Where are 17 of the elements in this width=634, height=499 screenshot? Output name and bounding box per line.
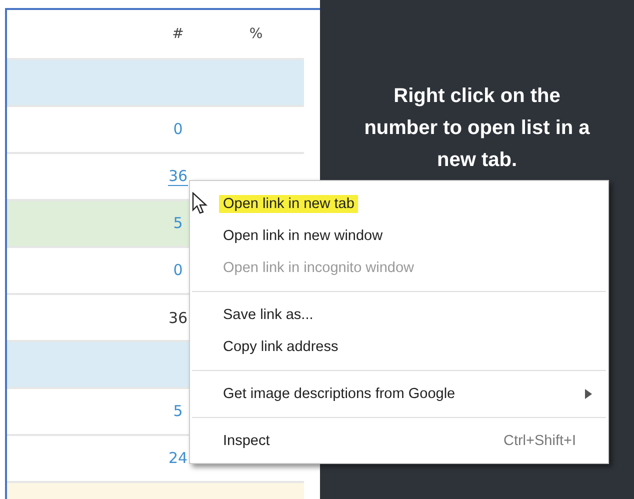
menu-item[interactable]: Open link in new window [190, 220, 608, 252]
menu-item[interactable]: Open link in new tab [190, 188, 608, 220]
count-link[interactable]: 0 [173, 120, 183, 139]
menu-item[interactable]: Get image descriptions from Google [190, 378, 608, 410]
tip-text: Right click on the number to open list in a new tab. [363, 84, 591, 173]
count-link[interactable]: 36 [168, 167, 188, 186]
count-text: 36 [168, 308, 188, 326]
count-link[interactable]: 5 [173, 402, 183, 421]
column-header: % [248, 26, 264, 42]
menu-item[interactable]: Save link as... [190, 299, 608, 331]
count-link[interactable]: 5 [173, 214, 183, 233]
pointer-cursor-icon [192, 192, 208, 216]
count-link[interactable]: 0 [173, 261, 183, 280]
menu-item[interactable]: Inspect Ctrl+Shift+I [190, 425, 608, 457]
column-header: # [171, 26, 185, 42]
count-link[interactable]: 24 [168, 449, 188, 468]
menu-item[interactable]: Copy link address [190, 331, 608, 363]
